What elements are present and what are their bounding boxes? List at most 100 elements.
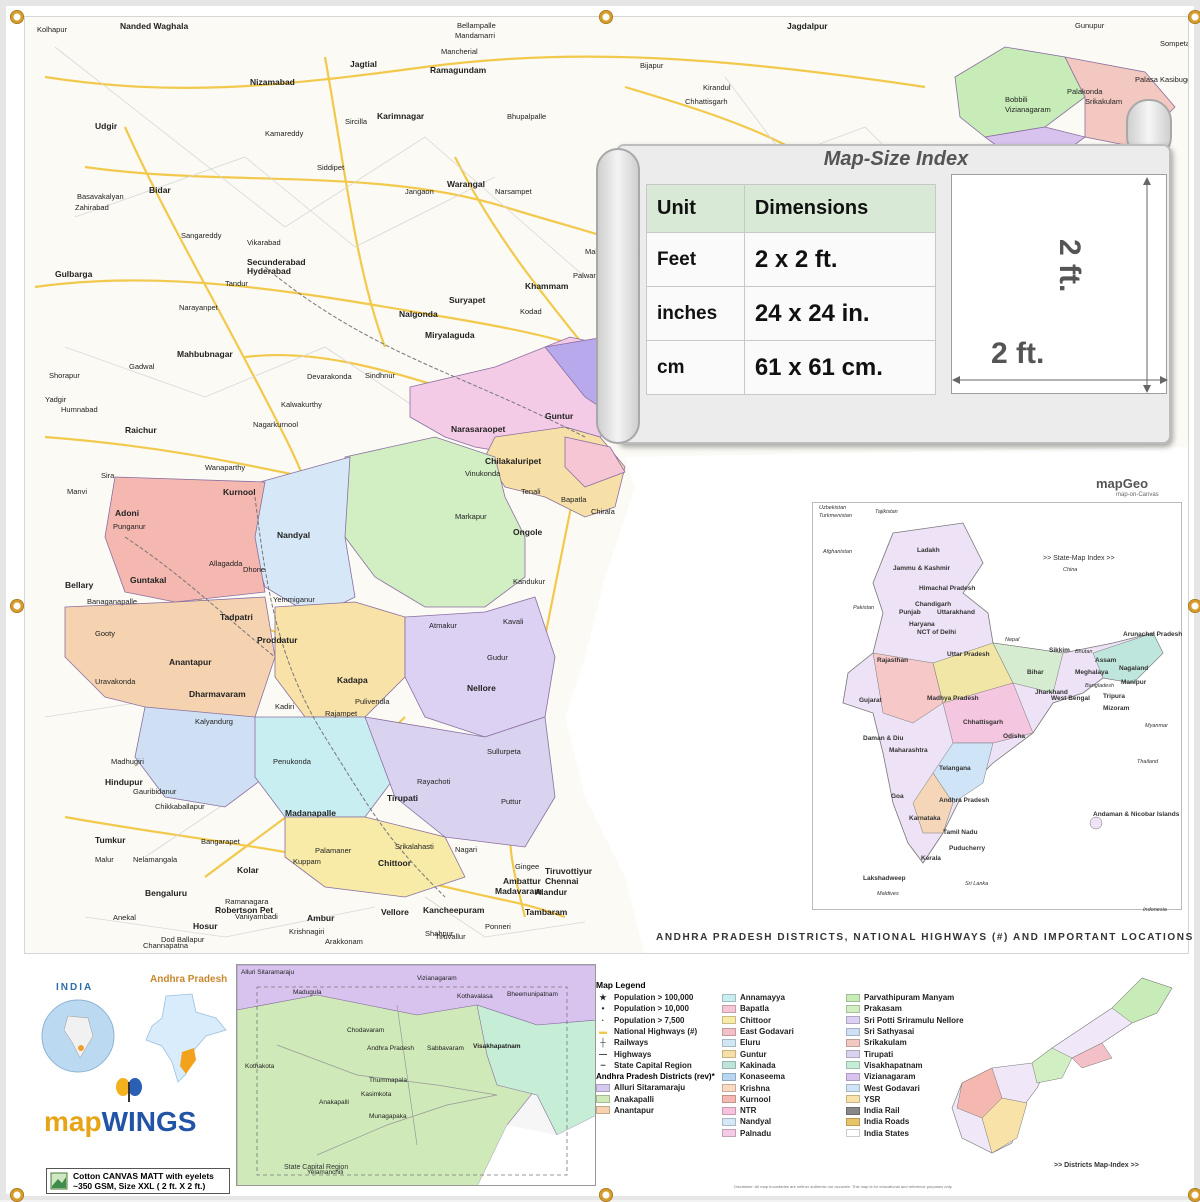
table-row: inches 24 x 24 in. (646, 286, 937, 341)
india-state-inset[interactable]: >> State-Map Index >> Ladakh Jammu & Kash… (812, 502, 1182, 913)
mapwings-logo-a: map (44, 1106, 102, 1137)
place-label: Nalgonda (399, 309, 438, 319)
place-label: Proddatur (257, 635, 298, 645)
place-label: Dharmavaram (189, 689, 246, 699)
place-label: Ambur (307, 913, 335, 923)
district-swatch (846, 1129, 860, 1138)
place-label: Hindupur (105, 777, 143, 787)
legend-symbol-icon: • (601, 1004, 605, 1014)
dimension-cell: 61 x 61 cm. (743, 340, 937, 395)
unit-cell: inches (646, 286, 745, 341)
canvas-icon (50, 1172, 68, 1190)
district-swatch (722, 1084, 736, 1093)
legend-symbol-icon: ★ (599, 993, 607, 1003)
place-label: Mandamarri (455, 31, 496, 40)
place-label: Bobbili (1005, 95, 1028, 104)
place-label: Arakkonam (325, 937, 363, 946)
eyelet-right-mid (1188, 599, 1200, 613)
place-label: Kadiri (275, 702, 295, 711)
district-swatch (722, 1117, 736, 1126)
place-label: Puttur (501, 797, 522, 806)
place-label: Anekal (113, 913, 136, 922)
legend-item: Anantapur (596, 1105, 716, 1116)
legend-label: Nandyal (740, 1117, 772, 1127)
legend-item: Alluri Sitaramaraju (596, 1082, 716, 1093)
legend-item: Krishna (722, 1082, 794, 1093)
state-label: Madhya Pradesh (927, 695, 979, 702)
capital-place-label: Munagapaka (369, 1113, 407, 1120)
state-label: Bihar (1027, 669, 1044, 676)
district-swatch (846, 1106, 860, 1115)
legend-item: Kakinada (722, 1060, 794, 1071)
legend-item: Eluru (722, 1037, 794, 1048)
legend-label: Krishna (740, 1083, 770, 1093)
capital-place-label: Thummapala (369, 1077, 407, 1084)
district-swatch (722, 1061, 736, 1070)
unit-cell: Feet (646, 232, 745, 287)
legend-item: East Godavari (722, 1026, 794, 1037)
globe-icon (41, 999, 115, 1073)
legend-label: Annamayya (740, 993, 785, 1003)
district-swatch (846, 1027, 860, 1036)
legend-item: • Population > 10,000 (596, 1003, 716, 1014)
place-label: Suryapet (449, 295, 486, 305)
place-label: Sircilla (345, 117, 368, 126)
districts-map-index[interactable] (942, 968, 1187, 1168)
place-label: Pulivendla (355, 697, 390, 706)
unit-cell: cm (646, 340, 745, 395)
map-legend: Map Legend ★ Population > 100,000 • Populat… (596, 978, 986, 1188)
legend-label: West Godavari (864, 1083, 920, 1093)
legend-label: India Rail (864, 1106, 900, 1116)
place-label: Nellore (467, 683, 496, 693)
place-label: Narasaraopet (451, 424, 506, 434)
place-label: Atmakur (429, 621, 457, 630)
ap-districts (64, 336, 626, 898)
place-label: Wanaparthy (205, 463, 246, 472)
place-label: Jagtial (350, 59, 377, 69)
country-label: Turkmenistan (819, 513, 852, 519)
place-label: Guntur (545, 411, 574, 421)
legend-label: YSR (864, 1094, 881, 1104)
place-label: Dod Ballapur (161, 935, 205, 944)
place-label: Kandukur (513, 577, 546, 586)
mapgeo-tagline: map-on-Canvas (1116, 492, 1159, 498)
place-label: Rajampet (325, 709, 358, 718)
table-row: Feet 2 x 2 ft. (646, 232, 937, 287)
place-label: Nizamabad (250, 77, 295, 87)
legend-item: Nandyal (722, 1116, 794, 1127)
ap-outline-svg (951, 977, 1173, 1154)
place-label: Gadwal (129, 362, 155, 371)
legend-label: Parvathipuram Manyam (864, 993, 955, 1003)
header-dimensions: Dimensions (743, 184, 937, 233)
place-label: Chirala (591, 507, 615, 516)
disclaimer-text: Disclaimer: All map boundaries are neith… (734, 1184, 953, 1189)
district-swatch (722, 1050, 736, 1059)
mapwings-logo-b: WINGS (101, 1106, 197, 1137)
legend-label: Srikakulam (864, 1038, 907, 1048)
place-label: Vaniyambadi (235, 912, 278, 921)
place-label: Tadpatri (220, 612, 253, 622)
capital-place-label: Sabbavaram (427, 1045, 464, 1052)
place-label: Kancheepuram (423, 905, 485, 915)
legend-label: India Roads (864, 1117, 910, 1127)
legend-symbol-icon: · (601, 1015, 605, 1025)
district-swatch (722, 1016, 736, 1025)
legend-label: Anakapalli (614, 1094, 655, 1104)
state-capital-region-map[interactable]: Alluri Sitaramaraju Vizianagaram Madugula K… (236, 964, 596, 1186)
place-label: Siddipet (317, 163, 345, 172)
place-label: Kavali (503, 617, 524, 626)
state-label: Haryana (909, 621, 935, 628)
place-label: Narsampet (495, 187, 532, 196)
place-label: Devarakonda (307, 372, 352, 381)
capital-place-label: Kothakota (245, 1063, 275, 1070)
place-label: Zahirabad (75, 203, 109, 212)
district-swatch (722, 1095, 736, 1104)
place-label: Sangareddy (181, 231, 222, 240)
state-label: Chhattisgarh (963, 719, 1004, 726)
legend-label: Eluru (740, 1038, 761, 1048)
legend-label: Railways (614, 1038, 649, 1048)
country-label: Bangladesh (1085, 683, 1115, 689)
legend-label: Kurnool (740, 1094, 771, 1104)
legend-label: Sri Sathyasai (864, 1027, 915, 1037)
place-label: Nelamangala (133, 855, 178, 864)
